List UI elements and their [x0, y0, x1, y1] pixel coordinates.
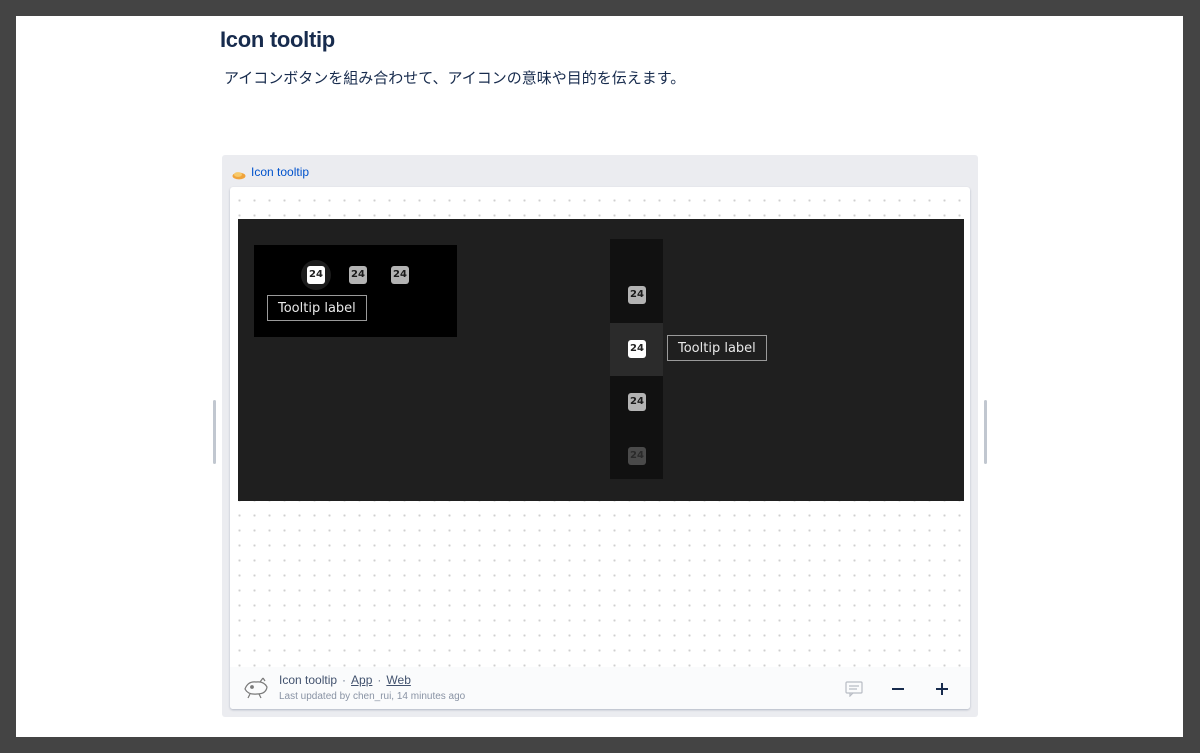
last-updated-text: Last updated by chen_rui, 14 minutes ago: [279, 691, 466, 702]
design-frame: 24 24 24 Tooltip label 24 24 24 24 Toolt…: [238, 219, 964, 501]
icon-cell: 24: [610, 376, 663, 429]
tooltip: Tooltip label: [267, 295, 367, 321]
zoom-in-icon[interactable]: [932, 679, 952, 699]
footer-link-app[interactable]: App: [351, 673, 372, 687]
page-description: アイコンボタンを組み合わせて、アイコンの意味や目的を伝えます。: [224, 69, 686, 87]
separator: ·: [377, 673, 382, 687]
icon-cell-hover: 24: [610, 323, 663, 376]
embed-footer: Icon tooltip · App · Web Last updated by che…: [230, 667, 970, 709]
confluence-page: Icon tooltip アイコンボタンを組み合わせて、アイコンの意味や目的を伝…: [16, 16, 1183, 737]
resize-handle-right[interactable]: [984, 400, 987, 464]
embed-title-link[interactable]: Icon tooltip: [251, 165, 309, 179]
footer-link-web[interactable]: Web: [386, 673, 410, 687]
icon-button-24[interactable]: 24: [628, 447, 646, 465]
footer-title-row: Icon tooltip · App · Web: [279, 673, 411, 687]
icon-button-24[interactable]: 24: [628, 286, 646, 304]
figma-logo-icon: [232, 167, 246, 180]
icon-button-24[interactable]: 24: [628, 393, 646, 411]
resize-handle-left[interactable]: [213, 400, 216, 464]
vertical-icon-group: 24 24 24 24: [610, 239, 663, 479]
icon-cell: 24: [610, 269, 663, 322]
icon-button-24[interactable]: 24: [628, 340, 646, 358]
icon-button-24[interactable]: 24: [391, 266, 409, 284]
figma-embed: Icon tooltip 24 24 24 Tooltip label 24 2…: [222, 155, 978, 717]
separator: ·: [342, 673, 347, 687]
icon-button-24[interactable]: 24: [307, 266, 325, 284]
figma-preview-card: 24 24 24 Tooltip label 24 24 24 24 Toolt…: [230, 187, 970, 709]
footer-title: Icon tooltip: [279, 673, 338, 687]
icon-cell: 24: [610, 430, 663, 483]
horizontal-icon-group: 24 24 24 Tooltip label: [254, 245, 457, 337]
zoom-out-icon[interactable]: [888, 679, 908, 699]
tooltip: Tooltip label: [667, 335, 767, 361]
page-title: Icon tooltip: [220, 27, 335, 52]
comment-icon[interactable]: [844, 679, 864, 699]
figma-mascot-icon: [242, 675, 270, 699]
icon-button-24[interactable]: 24: [349, 266, 367, 284]
embed-header: Icon tooltip: [232, 163, 309, 181]
